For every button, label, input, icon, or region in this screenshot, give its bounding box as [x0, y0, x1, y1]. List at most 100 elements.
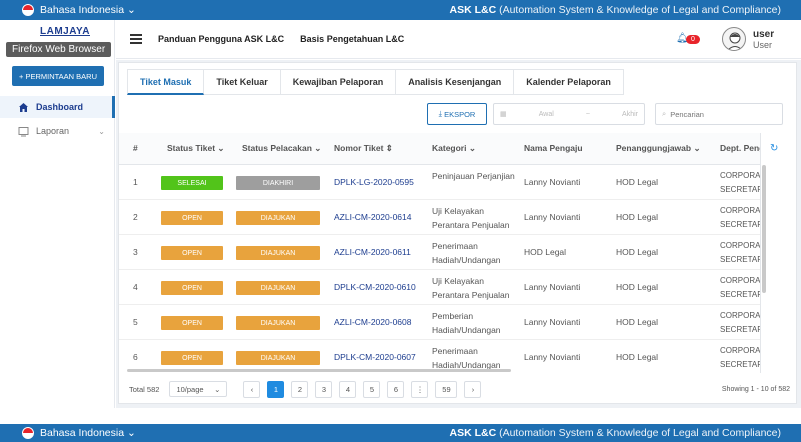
search-input[interactable] [670, 109, 771, 119]
page-6[interactable]: 6 [387, 380, 405, 398]
pic-cell: HOD Legal [616, 317, 659, 327]
prev-page-button[interactable]: ‹ [243, 380, 261, 398]
tab-tiket-masuk[interactable]: Tiket Masuk [127, 69, 205, 95]
page-59[interactable]: 59 [435, 380, 458, 398]
app-name: ASK L&C [449, 427, 497, 439]
dept-cell: CORPORATE SECRETARY [720, 241, 760, 264]
tab-kewajiban-pelaporan[interactable]: Kewajiban Pelaporan [280, 69, 397, 95]
search-icon: ⌕ [662, 109, 667, 118]
pic-cell: HOD Legal [616, 177, 659, 187]
col-status-pelacakan[interactable]: Status Pelacakan ⌄ [242, 143, 321, 154]
refresh-icon[interactable]: ↻ [770, 143, 778, 154]
indonesia-flag-icon [22, 427, 34, 439]
ticket-number-link[interactable]: AZLI-CM-2020-0608 [334, 317, 411, 327]
col-number: # [133, 143, 138, 153]
sidebar-item-label: Laporan [36, 126, 70, 136]
app-title: ASK L&C (Automation System & Knowledge o… [450, 427, 782, 439]
table-row[interactable]: 3 OPEN DIAJUKAN AZLI-CM-2020-0611 Penerimaan… [119, 235, 760, 270]
next-page-button[interactable]: › [464, 380, 482, 398]
tracking-badge: DIAJUKAN [236, 246, 320, 260]
col-nomor-tiket[interactable]: Nomor Tiket ⇕ [334, 143, 393, 154]
avatar[interactable] [722, 27, 746, 51]
language-label: Bahasa Indonesia [40, 4, 125, 16]
ticket-number-link[interactable]: AZLI-CM-2020-0614 [334, 212, 411, 222]
col-kategori[interactable]: Kategori ⌄ [432, 143, 476, 154]
table-row[interactable]: 5 OPEN DIAJUKAN AZLI-CM-2020-0608 Pemberian … [119, 305, 760, 340]
table-row[interactable]: 4 OPEN DIAJUKAN DPLK-CM-2020-0610 Uji Kelaya… [119, 270, 760, 305]
tracking-badge: DIAJUKAN [236, 211, 320, 225]
sidebar-item-dashboard[interactable]: Dashboard [0, 96, 115, 118]
chevron-down-icon: ⌄ [98, 126, 105, 136]
new-request-button[interactable]: + PERMINTAAN BARU [12, 66, 104, 86]
requester-cell: Lanny Novianti [524, 317, 581, 327]
ticket-number-link[interactable]: AZLI-CM-2020-0611 [334, 247, 411, 257]
page-3[interactable]: 3 [315, 380, 333, 398]
ticket-number-link[interactable]: DPLK-LG-2020-0595 [334, 177, 414, 187]
export-label: EKSPOR [444, 109, 476, 119]
company-logo[interactable]: LAMJAYA [40, 26, 90, 37]
pagination: ‹ 1 2 3 4 5 6 ⋮ 59 › [243, 380, 488, 398]
tab-kalender-pelaporan[interactable]: Kalender Pelaporan [514, 69, 624, 95]
main-content: Tiket Masuk Tiket Keluar Kewajiban Pelap… [116, 60, 801, 408]
row-number: 3 [133, 247, 138, 257]
user-role: User [753, 40, 773, 50]
total-count: Total 582 [129, 384, 160, 394]
menu-icon[interactable] [130, 34, 142, 44]
horizontal-scrollbar[interactable] [127, 369, 511, 372]
tracking-badge: DIAJUKAN [236, 316, 320, 330]
search-box[interactable]: ⌕ [655, 103, 783, 125]
category-cell: Pemberian Hadiah/Undangan [432, 311, 501, 335]
tab-analisis-kesenjangan[interactable]: Analisis Kesenjangan [396, 69, 515, 95]
page-ellipsis[interactable]: ⋮ [411, 380, 429, 398]
row-number: 6 [133, 352, 138, 362]
calendar-icon: ▦ [500, 111, 507, 118]
date-range-picker[interactable]: ▦ Awal ~ Akhir [493, 103, 645, 125]
sidebar-item-label: Dashboard [36, 102, 84, 112]
tickets-card: Tiket Masuk Tiket Keluar Kewajiban Pelap… [118, 62, 797, 404]
col-nama-pengaju: Nama Pengaju [524, 143, 583, 153]
status-badge: OPEN [161, 246, 223, 260]
vertical-scrollbar[interactable] [762, 165, 766, 293]
tracking-badge: DIAKHIRI [236, 176, 320, 190]
table-row[interactable]: 1 SELESAI DIAKHIRI DPLK-LG-2020-0595 Peninja… [119, 165, 760, 200]
pagination-bar: Total 582 10/page ⌄ ‹ 1 2 3 4 5 6 ⋮ 59 › … [119, 375, 796, 403]
sidebar-item-laporan[interactable]: Laporan ⌄ [0, 120, 115, 142]
tab-tiket-keluar[interactable]: Tiket Keluar [204, 69, 281, 95]
language-selector[interactable]: Bahasa Indonesia ⌄ [40, 4, 136, 16]
page-2[interactable]: 2 [291, 380, 309, 398]
page-4[interactable]: 4 [339, 380, 357, 398]
table-row[interactable]: 2 OPEN DIAJUKAN AZLI-CM-2020-0614 Uji Kelaya… [119, 200, 760, 235]
chevron-down-icon: ⌄ [214, 384, 221, 394]
showing-range: Showing 1 - 10 of 582 [721, 385, 790, 393]
dept-cell: CORPORATE SECRETARY [720, 311, 760, 334]
dept-cell: CORPORATE SECRETARY [720, 206, 760, 229]
export-button[interactable]: ⤓ EKSPOR [427, 103, 487, 125]
requester-cell: Lanny Novianti [524, 177, 581, 187]
status-badge: OPEN [161, 211, 223, 225]
status-badge: OPEN [161, 281, 223, 295]
user-name[interactable]: user [753, 29, 774, 40]
app-full-name: (Automation System & Knowledge of Legal … [499, 427, 781, 439]
user-guide-link[interactable]: Panduan Pengguna ASK L&C [158, 34, 284, 44]
home-icon [18, 102, 29, 113]
status-badge: OPEN [161, 316, 223, 330]
col-status-tiket[interactable]: Status Tiket ⌄ [167, 143, 225, 154]
header: Panduan Pengguna ASK L&C Basis Pengetahu… [116, 20, 801, 59]
row-number: 4 [133, 282, 138, 292]
page-5[interactable]: 5 [363, 380, 381, 398]
knowledge-base-link[interactable]: Basis Pengetahuan L&C [300, 34, 404, 44]
language-selector[interactable]: Bahasa Indonesia ⌄ [40, 427, 136, 439]
ticket-number-link[interactable]: DPLK-CM-2020-0607 [334, 352, 416, 362]
ticket-number-link[interactable]: DPLK-CM-2020-0610 [334, 282, 416, 292]
language-label: Bahasa Indonesia [40, 427, 125, 439]
date-end-placeholder: Akhir [622, 110, 638, 118]
app-full-name: (Automation System & Knowledge of Legal … [499, 4, 781, 16]
pic-cell: HOD Legal [616, 212, 659, 222]
col-penanggungjawab[interactable]: Penanggungjawab ⌄ [616, 143, 701, 154]
second-window-top-bar: Bahasa Indonesia ⌄ ASK L&C (Automation S… [0, 424, 801, 442]
page-1[interactable]: 1 [267, 380, 285, 398]
pic-cell: HOD Legal [616, 282, 659, 292]
date-separator: ~ [585, 110, 590, 118]
page-size-select[interactable]: 10/page ⌄ [169, 381, 228, 397]
app-title: ASK L&C (Automation System & Knowledge o… [450, 4, 782, 16]
